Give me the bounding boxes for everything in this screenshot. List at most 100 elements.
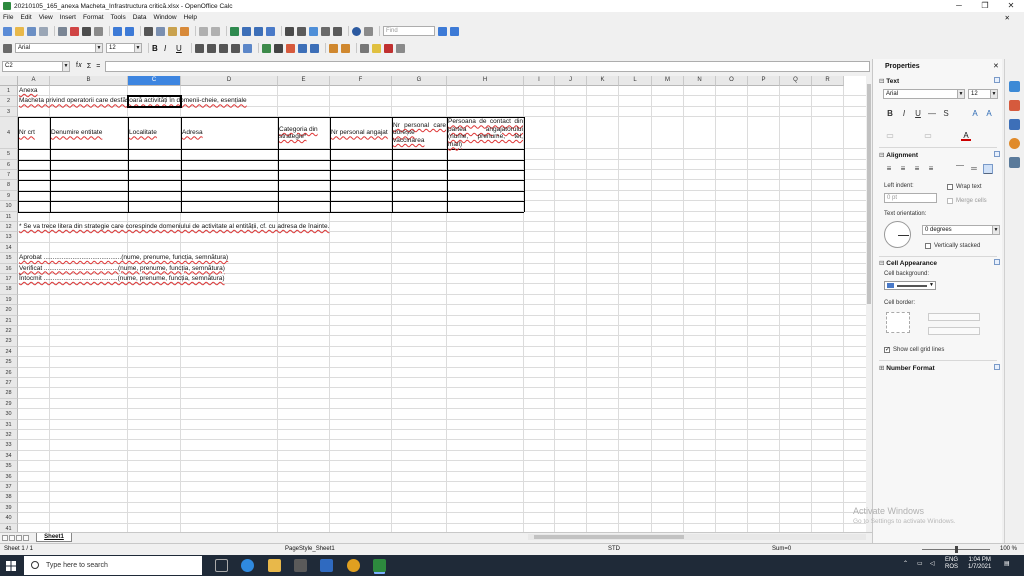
zoom-slider-knob[interactable] <box>955 546 958 553</box>
bold-button[interactable]: B <box>152 44 161 53</box>
cell-a17-intocmit[interactable]: Întocmit ...............................… <box>19 275 225 282</box>
column-header[interactable]: F <box>330 76 392 86</box>
row-header[interactable]: 31 <box>0 419 18 430</box>
redo-icon[interactable] <box>211 26 220 36</box>
align-left-icon[interactable] <box>195 43 204 53</box>
openoffice-calc-taskbar-icon[interactable] <box>373 559 386 572</box>
row-header[interactable]: 16 <box>0 263 18 274</box>
sidebar-italic-button[interactable]: I <box>899 109 909 119</box>
sidebar-font-color-icon[interactable]: A <box>961 131 971 141</box>
sort-ascending-icon[interactable] <box>242 26 251 36</box>
tray-chevron-icon[interactable]: ⌃ <box>903 561 908 568</box>
sidebar-font-size[interactable]: 12 ▼ <box>968 89 998 99</box>
row-header[interactable]: 6 <box>0 159 18 170</box>
navigator-deck-icon[interactable] <box>1009 138 1020 149</box>
clock[interactable]: 1:04 PM 1/7/2021 <box>968 557 991 571</box>
alignment-section-header[interactable]: Alignment <box>879 151 918 159</box>
column-header[interactable]: K <box>587 76 619 86</box>
find-previous-icon[interactable] <box>450 26 459 36</box>
maximize-button[interactable]: ❐ <box>972 0 998 12</box>
new-document-icon[interactable] <box>3 26 12 36</box>
left-indent-field[interactable]: 0 pt <box>884 193 937 203</box>
copy-icon[interactable] <box>156 26 165 36</box>
shadow-icon[interactable]: S <box>941 109 951 119</box>
row-header[interactable]: 19 <box>0 294 18 306</box>
more-options-icon[interactable] <box>994 77 1000 83</box>
underline-button[interactable]: U <box>176 44 185 53</box>
header-categoria[interactable]: Categoria din strategie* <box>279 118 329 148</box>
font-color-icon[interactable] <box>384 43 393 53</box>
column-header[interactable]: O <box>716 76 748 86</box>
column-header[interactable]: H <box>447 76 524 86</box>
row-header[interactable]: 27 <box>0 378 18 389</box>
column-header[interactable]: D <box>181 76 278 86</box>
menu-data[interactable]: Data <box>133 14 147 21</box>
cell-appearance-section-header[interactable]: Cell Appearance <box>879 259 937 267</box>
more-options-icon[interactable] <box>994 364 1000 370</box>
chevron-down-icon[interactable]: ▼ <box>990 90 997 98</box>
close-document-button[interactable]: ✕ <box>1005 14 1010 22</box>
row-header[interactable]: 14 <box>0 242 18 254</box>
number-format-section-header[interactable]: Number Format <box>879 364 934 372</box>
edit-file-icon[interactable] <box>58 26 67 36</box>
notifications-icon[interactable]: ▤ <box>1004 561 1010 568</box>
row-header[interactable]: 17 <box>0 274 18 285</box>
next-sheet-button[interactable] <box>16 534 22 541</box>
styles-deck-icon[interactable] <box>1009 100 1020 111</box>
row-header[interactable]: 25 <box>0 357 18 368</box>
header-nr-crt[interactable]: Nr crt <box>19 118 49 148</box>
header-persoana-contact[interactable]: Persoana de contact din partea angajator… <box>448 118 523 148</box>
row-header[interactable]: 30 <box>0 409 18 420</box>
add-decimal-icon[interactable] <box>298 43 307 53</box>
row-header[interactable]: 10 <box>0 201 18 212</box>
task-view-icon[interactable] <box>215 559 228 572</box>
column-header[interactable]: M <box>652 76 684 86</box>
spacing-icon[interactable]: ▭ <box>923 131 933 141</box>
row-header[interactable]: 12 <box>0 222 18 233</box>
save-icon[interactable] <box>27 26 36 36</box>
sheet-tab[interactable]: Sheet1 <box>36 533 72 542</box>
align-top-icon[interactable]: ⎺ <box>955 164 965 174</box>
sidebar-align-center-icon[interactable]: ≡ <box>898 164 908 174</box>
sort-descending-icon[interactable] <box>254 26 263 36</box>
menu-window[interactable]: Window <box>153 14 176 21</box>
chevron-down-icon[interactable]: ▼ <box>992 226 999 234</box>
decrease-indent-icon[interactable] <box>329 43 338 53</box>
row-header[interactable]: 29 <box>0 398 18 410</box>
help-icon[interactable] <box>352 26 361 36</box>
first-sheet-button[interactable] <box>2 534 8 541</box>
menu-insert[interactable]: Insert <box>60 14 76 21</box>
autospellcheck-icon[interactable] <box>125 26 134 36</box>
menu-format[interactable]: Format <box>83 14 104 21</box>
autofilter-icon[interactable] <box>266 26 275 36</box>
data-sources-icon[interactable] <box>321 26 330 36</box>
merge-cells-icon[interactable] <box>243 43 252 53</box>
edge-icon[interactable] <box>241 559 254 572</box>
grow-font-icon[interactable]: A <box>970 109 980 119</box>
align-center-icon[interactable] <box>207 43 216 53</box>
italic-button[interactable]: I <box>164 44 173 53</box>
column-header[interactable]: L <box>619 76 652 86</box>
chart-icon[interactable] <box>285 26 294 36</box>
row-header[interactable]: 24 <box>0 346 18 358</box>
page-preview-icon[interactable] <box>94 26 103 36</box>
function-button[interactable]: = <box>96 63 100 70</box>
chrome-icon[interactable] <box>347 559 360 572</box>
store-icon[interactable] <box>294 559 307 572</box>
row-header[interactable]: 37 <box>0 482 18 493</box>
properties-deck-icon[interactable] <box>1009 81 1020 92</box>
print-icon[interactable] <box>82 26 91 36</box>
align-bottom-icon[interactable]: ⎽ <box>983 164 993 174</box>
row-header[interactable]: 36 <box>0 471 18 482</box>
selected-cell-c2[interactable] <box>127 95 182 108</box>
borders-icon[interactable] <box>360 43 369 53</box>
background-color-icon[interactable] <box>372 43 381 53</box>
border-color-picker[interactable] <box>928 327 980 335</box>
toolbar-options-icon[interactable] <box>364 26 373 36</box>
align-middle-icon[interactable]: ═ <box>969 164 979 174</box>
spellcheck-icon[interactable] <box>113 26 122 36</box>
show-grid-checkbox[interactable]: ✓ <box>884 347 890 353</box>
menu-help[interactable]: Help <box>184 14 197 21</box>
wrap-text-checkbox[interactable] <box>947 184 953 190</box>
row-header[interactable]: 39 <box>0 502 18 514</box>
